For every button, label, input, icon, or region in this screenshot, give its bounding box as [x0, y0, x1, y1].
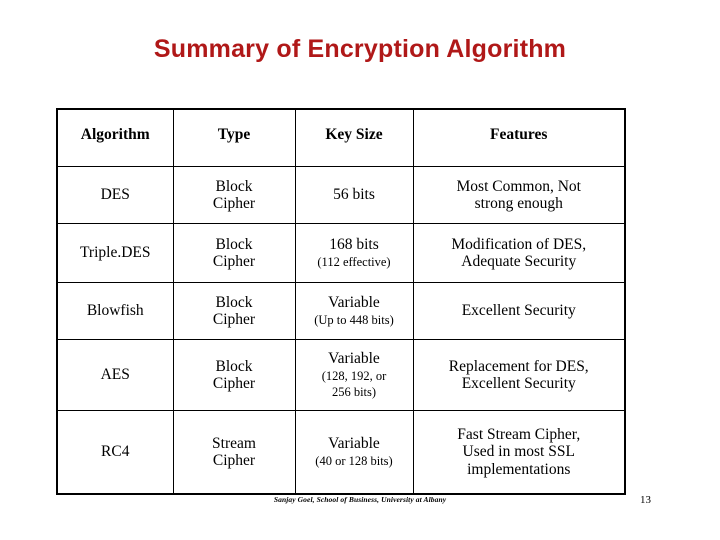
cell-algorithm: DES [56, 166, 174, 224]
footer-credit: Sanjay Goel, School of Business, Univers… [273, 495, 447, 504]
encryption-algorithm-table: Algorithm Type Key Size Features DES Blo… [56, 108, 626, 495]
column-header-key-size-label: Key Size [325, 126, 383, 143]
cell-type-line2: Cipher [212, 375, 256, 392]
cell-type: Stream Cipher [172, 410, 296, 495]
cell-key-size-main: Variable [328, 294, 380, 312]
cell-type: Block Cipher [172, 223, 296, 283]
cell-key-size: Variable (40 or 128 bits) [294, 410, 414, 495]
cell-features-line2: Excellent Security [461, 375, 576, 392]
cell-features-line1: Excellent Security [461, 302, 576, 320]
slide-canvas: Summary of Encryption Algorithm Algorith… [0, 0, 720, 540]
cell-features: Replacement for DES, Excellent Security [412, 339, 626, 411]
cell-type-line1: Block [215, 177, 253, 195]
column-header-algorithm-label: Algorithm [80, 126, 150, 143]
column-header-type: Type [172, 108, 296, 167]
cell-features: Excellent Security [412, 282, 626, 340]
cell-key-size-note: (112 effective) [317, 254, 391, 269]
cell-type: Block Cipher [172, 282, 296, 340]
cell-features: Most Common, Not strong enough [412, 166, 626, 224]
cell-key-size: Variable (Up to 448 bits) [294, 282, 414, 340]
column-header-features-label: Features [490, 126, 548, 143]
cell-key-size-main: 56 bits [333, 185, 375, 203]
table-row: RC4 Stream Cipher Variable (40 or 128 bi… [56, 410, 626, 495]
cell-key-size: 56 bits [294, 166, 414, 224]
cell-algorithm: Triple.DES [56, 223, 174, 283]
cell-key-size-note-cont: 256 bits) [331, 384, 377, 399]
table-row: Triple.DES Block Cipher 168 bits (112 ef… [56, 223, 626, 283]
table-row: DES Block Cipher 56 bits Most Common, No… [56, 166, 626, 224]
cell-key-size-note: (Up to 448 bits) [314, 312, 394, 327]
table-row: Blowfish Block Cipher Variable (Up to 44… [56, 282, 626, 340]
column-header-features: Features [412, 108, 626, 167]
table-row: AES Block Cipher Variable (128, 192, or … [56, 339, 626, 411]
cell-algorithm: RC4 [56, 410, 174, 495]
cell-type-line1: Block [215, 235, 253, 253]
column-header-algorithm: Algorithm [56, 108, 174, 167]
page-number: 13 [640, 494, 651, 506]
cell-features-line3: implementations [467, 460, 571, 478]
cell-algorithm: AES [56, 339, 174, 411]
cell-key-size-main: 168 bits [329, 236, 379, 254]
cell-type-line2: Cipher [212, 311, 256, 328]
cell-type-line2: Cipher [212, 253, 256, 270]
cell-type-line2: Cipher [212, 452, 256, 469]
column-header-type-label: Type [217, 126, 251, 143]
cell-key-size: Variable (128, 192, or 256 bits) [294, 339, 414, 411]
cell-features-line2: Used in most SSL [462, 443, 575, 461]
cell-features-line2: Adequate Security [461, 253, 577, 270]
cell-key-size-note: (128, 192, or [321, 368, 387, 383]
cell-features: Modification of DES, Adequate Security [412, 223, 626, 283]
cell-features-line2: strong enough [474, 195, 563, 212]
cell-features-line1: Replacement for DES, [448, 357, 589, 375]
column-header-key-size: Key Size [294, 108, 414, 167]
cell-type-line1: Block [215, 357, 253, 375]
cell-features-line1: Most Common, Not [456, 177, 581, 195]
cell-key-size: 168 bits (112 effective) [294, 223, 414, 283]
cell-key-size-main: Variable [328, 350, 380, 368]
cell-features-line1: Modification of DES, [451, 235, 587, 253]
cell-type: Block Cipher [172, 166, 296, 224]
cell-type-line1: Block [215, 293, 253, 311]
table-header-row: Algorithm Type Key Size Features [56, 108, 626, 167]
cell-type: Block Cipher [172, 339, 296, 411]
cell-key-size-note: (40 or 128 bits) [315, 453, 393, 468]
cell-type-line2: Cipher [212, 195, 256, 212]
cell-features-line1: Fast Stream Cipher, [457, 425, 581, 443]
cell-features: Fast Stream Cipher, Used in most SSL imp… [412, 410, 626, 495]
cell-key-size-main: Variable [328, 435, 380, 453]
cell-type-line1: Stream [212, 434, 256, 452]
cell-algorithm: Blowfish [56, 282, 174, 340]
page-title: Summary of Encryption Algorithm [153, 35, 567, 63]
